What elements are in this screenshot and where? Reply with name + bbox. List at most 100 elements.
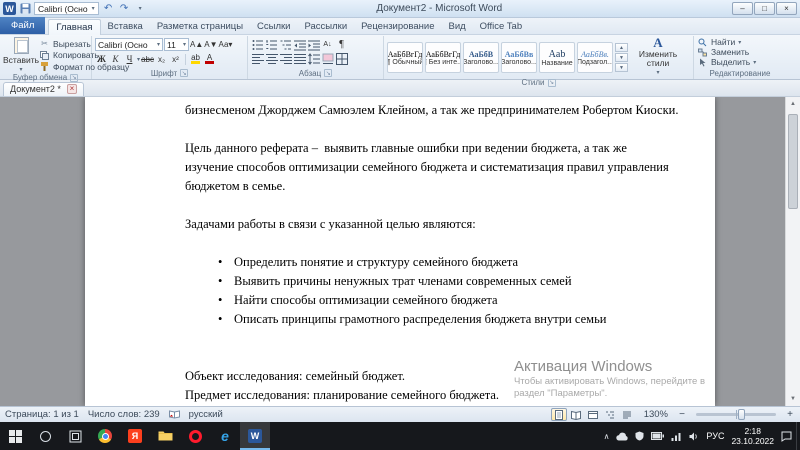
numbering-button[interactable]	[265, 38, 278, 51]
font-color-button[interactable]: А	[203, 53, 216, 66]
highlight-color-button[interactable]: ab	[189, 53, 202, 66]
qat-customize-button[interactable]: ▾	[134, 2, 147, 15]
tab-file[interactable]: Файл	[0, 17, 45, 34]
zoom-slider-thumb[interactable]	[738, 409, 745, 420]
font-name-combo[interactable]: Calibri (Осно ▾	[95, 38, 163, 51]
scroll-up-icon[interactable]: ▲	[786, 97, 800, 111]
font-dialog-launcher[interactable]: ↘	[180, 69, 188, 77]
taskbar-edge[interactable]: e	[210, 422, 240, 450]
undo-button[interactable]: ↶	[102, 2, 115, 15]
taskbar-chrome[interactable]	[90, 422, 120, 450]
tab-close-icon[interactable]: ×	[67, 84, 77, 94]
multilevel-list-button[interactable]	[279, 38, 292, 51]
style-subtitle[interactable]: АаБбВв. Подзагол...	[577, 42, 613, 73]
language-switcher[interactable]: РУС	[706, 431, 724, 441]
zoom-slider[interactable]	[696, 413, 776, 416]
borders-button[interactable]	[335, 53, 348, 66]
taskbar-file-explorer[interactable]	[150, 422, 180, 450]
tab-view[interactable]: Вид	[441, 18, 472, 34]
volume-icon[interactable]	[689, 432, 699, 441]
draft-view-button[interactable]	[619, 408, 635, 421]
scroll-down-icon[interactable]: ▼	[786, 392, 800, 406]
paste-button[interactable]: Вставить ▾	[3, 37, 39, 73]
zoom-level[interactable]: 130%	[644, 409, 668, 420]
tab-review[interactable]: Рецензирование	[354, 18, 441, 34]
select-button[interactable]: Выделить ▾	[697, 57, 756, 67]
show-desktop-button[interactable]	[796, 422, 800, 450]
proofing-icon[interactable]	[169, 410, 180, 419]
minimize-button[interactable]: –	[732, 2, 753, 15]
shrink-font-button[interactable]: А▼	[204, 38, 217, 51]
document-page[interactable]: бизнесменом Джорджем Самюэлем Клейном, а…	[85, 97, 715, 406]
find-button[interactable]: Найти ▾	[697, 37, 756, 47]
style-normal[interactable]: АаБбВгГд ¶ Обычный	[387, 42, 423, 73]
taskbar-clock[interactable]: 2:18 23.10.2022	[731, 426, 774, 446]
styles-dialog-launcher[interactable]: ↘	[548, 79, 556, 87]
grow-font-button[interactable]: А▲	[190, 38, 203, 51]
show-paragraph-marks-button[interactable]: ¶	[335, 38, 348, 51]
align-center-button[interactable]	[265, 53, 278, 66]
chevron-down-icon[interactable]: ▾	[137, 56, 140, 63]
sort-button[interactable]: А↓	[321, 38, 334, 51]
superscript-button[interactable]: x²	[169, 53, 182, 66]
wifi-icon[interactable]	[671, 432, 682, 441]
hidden-icons-chevron[interactable]: ∧	[604, 432, 610, 441]
print-layout-view-button[interactable]	[551, 408, 567, 421]
scrollbar-thumb[interactable]	[788, 114, 798, 209]
decrease-indent-button[interactable]	[293, 38, 306, 51]
increase-indent-button[interactable]	[307, 38, 320, 51]
word-app-icon[interactable]: W	[3, 2, 16, 15]
tab-insert[interactable]: Вставка	[101, 18, 150, 34]
vertical-scrollbar[interactable]: ▲ ▼	[785, 97, 800, 406]
save-button[interactable]	[19, 3, 31, 15]
subscript-button[interactable]: x₂	[155, 53, 168, 66]
outline-view-button[interactable]	[602, 408, 618, 421]
shading-button[interactable]	[321, 53, 334, 66]
cloud-icon[interactable]	[616, 432, 628, 441]
notification-center-icon[interactable]	[781, 431, 792, 442]
style-heading1[interactable]: АаБбВ Заголово...	[463, 42, 499, 73]
taskbar-word-active[interactable]: W	[240, 422, 270, 450]
word-count[interactable]: Число слов: 239	[88, 409, 160, 420]
line-spacing-button[interactable]	[307, 53, 320, 66]
bold-button[interactable]: Ж	[95, 53, 108, 66]
align-right-button[interactable]	[279, 53, 292, 66]
search-button[interactable]	[30, 422, 60, 450]
gallery-up-button[interactable]: ▲	[615, 43, 628, 52]
justify-button[interactable]	[293, 53, 306, 66]
gallery-down-button[interactable]: ▼	[615, 53, 628, 62]
replace-button[interactable]: Заменить	[697, 47, 756, 57]
page-indicator[interactable]: Страница: 1 из 1	[5, 409, 79, 420]
language-indicator[interactable]: русский	[189, 409, 223, 420]
taskbar-yandex[interactable]: Я	[120, 422, 150, 450]
tab-page-layout[interactable]: Разметка страницы	[150, 18, 250, 34]
paragraph-dialog-launcher[interactable]: ↘	[324, 69, 332, 77]
maximize-button[interactable]: □	[754, 2, 775, 15]
change-case-button[interactable]: Аа▾	[219, 38, 233, 51]
tab-mailings[interactable]: Рассылки	[297, 18, 354, 34]
shield-icon[interactable]	[635, 431, 644, 441]
zoom-in-button[interactable]: +	[785, 409, 795, 420]
document-tab[interactable]: Документ2 * ×	[3, 82, 84, 96]
font-size-combo[interactable]: 11 ▾	[164, 38, 189, 51]
fullscreen-reading-view-button[interactable]	[568, 408, 584, 421]
zoom-out-button[interactable]: −	[677, 409, 687, 420]
tab-home[interactable]: Главная	[48, 19, 100, 35]
strikethrough-button[interactable]: abc	[141, 53, 154, 66]
bullets-button[interactable]	[251, 38, 264, 51]
tab-office-tab[interactable]: Office Tab	[473, 18, 529, 34]
start-button[interactable]	[0, 422, 30, 450]
style-no-spacing[interactable]: АаБбВгГд ¶ Без инте...	[425, 42, 461, 73]
task-view-button[interactable]	[60, 422, 90, 450]
gallery-more-button[interactable]: ▼	[615, 63, 628, 72]
align-left-button[interactable]	[251, 53, 264, 66]
italic-button[interactable]: К	[109, 53, 122, 66]
tab-references[interactable]: Ссылки	[250, 18, 297, 34]
clipboard-dialog-launcher[interactable]: ↘	[70, 74, 78, 82]
underline-button[interactable]: Ч	[123, 53, 136, 66]
style-title[interactable]: Aab Название	[539, 42, 575, 73]
battery-icon[interactable]	[651, 432, 664, 440]
web-layout-view-button[interactable]	[585, 408, 601, 421]
taskbar-opera[interactable]	[180, 422, 210, 450]
redo-button[interactable]: ↷	[118, 2, 131, 15]
